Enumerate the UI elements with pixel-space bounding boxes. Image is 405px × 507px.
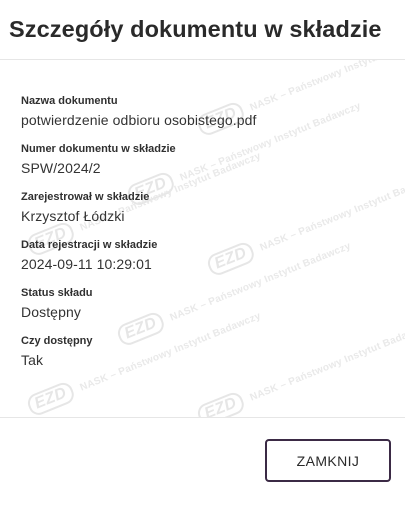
field-value: SPW/2024/2 bbox=[21, 160, 101, 176]
ezd-logo-watermark: EZD bbox=[24, 379, 77, 417]
field-document-number: Numer dokumentu w składzie SPW/2024/2 bbox=[21, 142, 405, 178]
dialog-header: Szczegóły dokumentu w składzie bbox=[0, 0, 405, 60]
field-label: Zarejestrował w składzie bbox=[21, 191, 150, 203]
dialog-title: Szczegóły dokumentu w składzie bbox=[9, 16, 382, 42]
field-value: Krzysztof Łódzki bbox=[21, 208, 125, 224]
field-value: potwierdzenie odbioru osobistego.pdf bbox=[21, 112, 257, 128]
field-value: Dostępny bbox=[21, 304, 81, 320]
field-storage-status: Status składu Dostępny bbox=[21, 286, 405, 322]
field-label: Czy dostępny bbox=[21, 335, 93, 347]
field-is-available: Czy dostępny Tak bbox=[21, 334, 405, 370]
document-details-dialog: Szczegóły dokumentu w składzie EZDNASK –… bbox=[0, 0, 405, 507]
close-button[interactable]: ZAMKNIJ bbox=[265, 439, 391, 482]
field-value: Tak bbox=[21, 352, 44, 368]
field-label: Nazwa dokumentu bbox=[21, 95, 118, 107]
field-label: Data rejestracji w składzie bbox=[21, 239, 158, 251]
ezd-logo-watermark: EZD bbox=[194, 389, 247, 417]
field-document-name: Nazwa dokumentu potwierdzenie odbioru os… bbox=[21, 94, 405, 130]
dialog-body: EZDNASK – Państwowy Instytut Badawczy EZ… bbox=[0, 60, 405, 418]
field-registration-date: Data rejestracji w składzie 2024-09-11 1… bbox=[21, 238, 405, 274]
field-value: 2024-09-11 10:29:01 bbox=[21, 256, 152, 272]
field-registered-by: Zarejestrował w składzie Krzysztof Łódzk… bbox=[21, 190, 405, 226]
dialog-footer: ZAMKNIJ bbox=[0, 418, 405, 506]
field-label: Status składu bbox=[21, 287, 93, 299]
field-label: Numer dokumentu w składzie bbox=[21, 143, 176, 155]
